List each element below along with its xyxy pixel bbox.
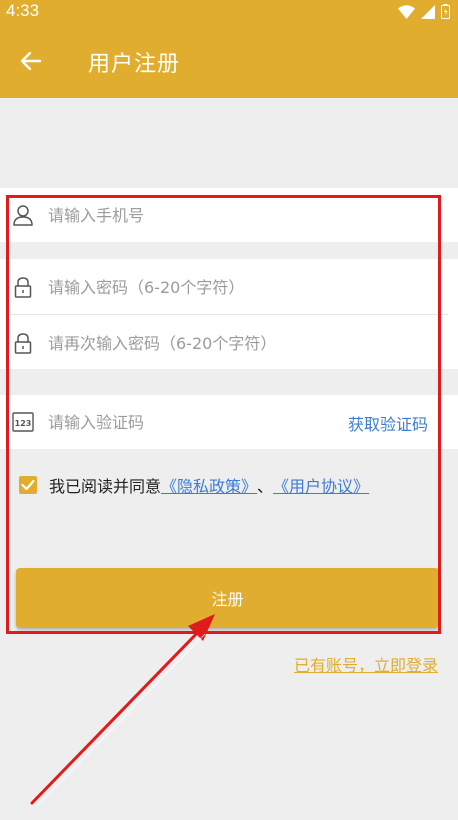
phone-row: [0, 188, 458, 242]
lock-icon: [12, 332, 34, 354]
phone-input[interactable]: [48, 204, 428, 226]
privacy-policy-link[interactable]: 《隐私政策》: [161, 473, 257, 497]
agree-separator: 、: [257, 477, 274, 496]
status-time: 4:33: [6, 1, 40, 20]
status-bar: 4:33: [0, 0, 458, 24]
battery-icon: [441, 4, 450, 19]
wifi-icon: [398, 4, 415, 19]
page-title: 用户注册: [88, 52, 181, 77]
confirm-password-input[interactable]: [48, 332, 428, 354]
code-input[interactable]: [48, 411, 328, 433]
password-input[interactable]: [48, 276, 428, 298]
get-code-button[interactable]: 获取验证码: [348, 411, 428, 435]
register-button[interactable]: 注册: [16, 568, 439, 628]
app-bar: 用户注册: [0, 24, 458, 98]
password-group: [0, 259, 458, 369]
user-agreement-link[interactable]: 《用户协议》: [273, 473, 369, 497]
login-link[interactable]: 已有账号，立即登录: [294, 652, 438, 676]
back-button[interactable]: [16, 47, 46, 75]
lock-icon: [12, 276, 34, 298]
status-icons: [398, 4, 450, 19]
agreement-row: 我已阅读并同意 《隐私政策》 、 《用户协议》: [19, 473, 369, 497]
agree-text: 我已阅读并同意: [49, 477, 162, 496]
arrow-left-icon: [20, 51, 42, 71]
check-icon: [21, 479, 35, 491]
signal-icon: [421, 4, 435, 19]
code-123-icon: 123: [12, 411, 34, 433]
svg-text:123: 123: [15, 419, 32, 428]
agree-checkbox[interactable]: [19, 476, 37, 494]
divider: [10, 314, 448, 315]
code-row: 123 获取验证码: [0, 395, 458, 449]
user-icon: [12, 204, 34, 226]
